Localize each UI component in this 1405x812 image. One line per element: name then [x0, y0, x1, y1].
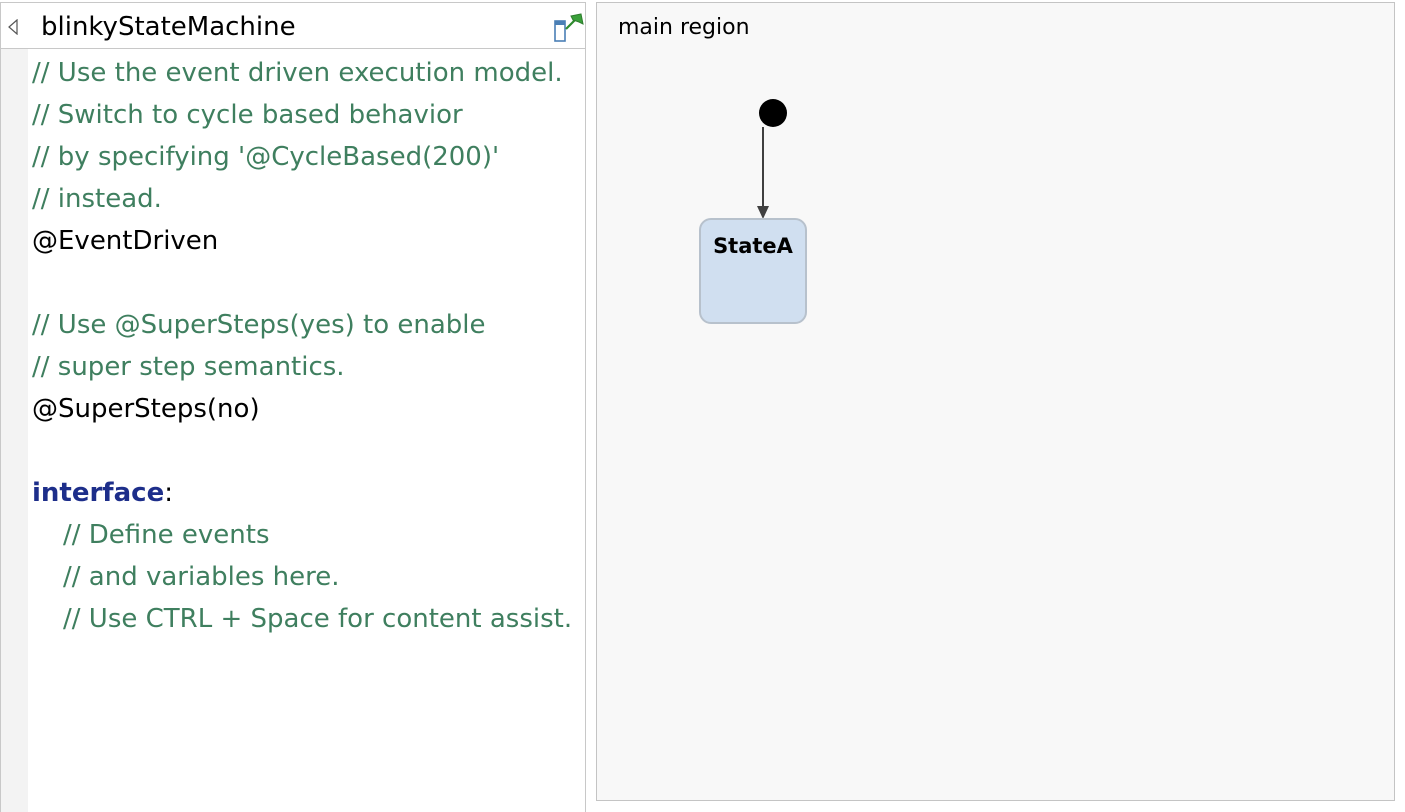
code-line-blank[interactable]: [32, 262, 582, 304]
initial-state[interactable]: [759, 99, 787, 127]
code-line-comment[interactable]: // Define events: [32, 514, 582, 556]
code-line-comment[interactable]: // Switch to cycle based behavior: [32, 94, 582, 136]
definition-header: blinkyStateMachine: [1, 3, 585, 48]
definition-section: blinkyStateMachine // Use the event driv…: [0, 0, 586, 812]
state-node[interactable]: StateA: [699, 218, 807, 324]
header-divider: [1, 48, 585, 49]
code-line-blank[interactable]: [32, 430, 582, 472]
pin-icon[interactable]: [553, 13, 585, 43]
code-line-comment[interactable]: // super step semantics.: [32, 346, 582, 388]
code-line-comment[interactable]: // instead.: [32, 178, 582, 220]
code-line-comment[interactable]: // Use @SuperSteps(yes) to enable: [32, 304, 582, 346]
editor-gutter: [1, 49, 28, 812]
code-line-comment[interactable]: // and variables here.: [32, 556, 582, 598]
code-line-comment[interactable]: // Use the event driven execution model.: [32, 52, 582, 94]
collapse-arrow-icon[interactable]: [7, 18, 19, 36]
code-line-interface[interactable]: interface:: [32, 472, 582, 514]
interface-colon: :: [164, 478, 173, 508]
code-line-comment[interactable]: // by specifying '@CycleBased(200)': [32, 136, 582, 178]
code-line-annotation[interactable]: @EventDriven: [32, 220, 582, 262]
state-name: StateA: [713, 234, 793, 258]
panel-border: [585, 2, 586, 812]
interface-keyword: interface: [32, 478, 165, 508]
diagram-canvas[interactable]: main region StateA: [596, 2, 1395, 801]
code-line-comment[interactable]: // Use CTRL + Space for content assist.: [32, 598, 582, 640]
specification-editor[interactable]: // Use the event driven execution model.…: [32, 52, 582, 640]
transition-layer: [757, 99, 787, 219]
statechart-title: blinkyStateMachine: [41, 12, 296, 42]
code-line-annotation[interactable]: @SuperSteps(no): [32, 388, 582, 430]
